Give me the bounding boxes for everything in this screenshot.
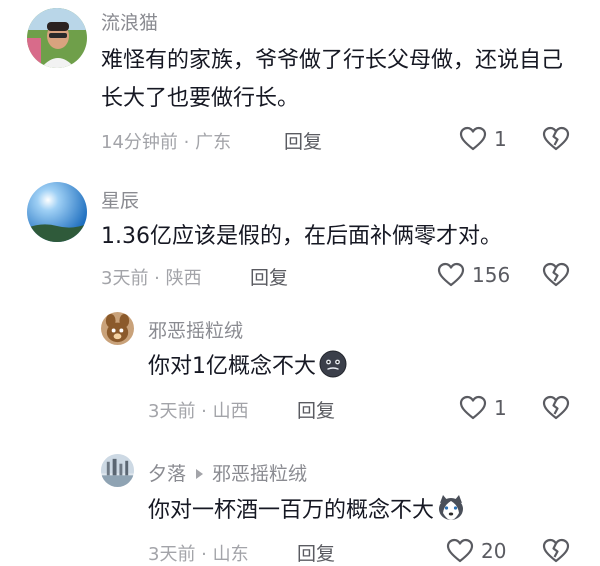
username[interactable]: 夕落	[148, 463, 186, 485]
reply-to-username[interactable]: 邪恶摇粒绒	[212, 463, 307, 485]
like-count: 20	[481, 539, 507, 563]
like-button[interactable]: 1	[458, 124, 507, 154]
comment-text: 1.36亿应该是假的，在后面补俩零才对。	[101, 224, 502, 249]
comment-meta: 14分钟前 · 广东	[101, 132, 232, 153]
reply-arrow-icon	[196, 468, 204, 479]
username[interactable]: 流浪猫	[101, 8, 158, 35]
husky-emoji	[436, 493, 466, 523]
broken-heart-icon	[541, 536, 571, 566]
dislike-button[interactable]	[541, 393, 571, 423]
avatar[interactable]	[101, 312, 134, 345]
heart-outline-icon	[445, 536, 475, 566]
reply-button[interactable]: 回复	[297, 539, 335, 566]
reply-text: 你对1亿概念不大	[148, 348, 348, 386]
like-count: 156	[472, 263, 511, 287]
avatar[interactable]	[27, 182, 87, 242]
avatar[interactable]	[27, 8, 87, 68]
reply-text-content: 你对1亿概念不大	[148, 354, 316, 379]
reply-text-content: 你对一杯酒一百万的概念不大	[148, 498, 435, 523]
comment-meta: 3天前 · 陕西	[101, 268, 202, 289]
heart-outline-icon	[436, 260, 466, 290]
reply-meta: 3天前 · 山东	[148, 544, 249, 565]
reply-item: 夕落 邪恶摇粒绒 你对一杯酒一百万的概念不大 3天前 · 山东 回复 20	[0, 435, 600, 566]
like-button[interactable]: 1	[458, 393, 507, 423]
reply-header: 夕落 邪恶摇粒绒	[148, 459, 307, 486]
dislike-button[interactable]	[541, 124, 571, 154]
like-count: 1	[494, 396, 507, 420]
heart-outline-icon	[458, 393, 488, 423]
reply-item: 邪恶摇粒绒 你对1亿概念不大 3天前 · 山西 回复 1	[0, 300, 600, 435]
broken-heart-icon	[541, 393, 571, 423]
avatar[interactable]	[101, 454, 134, 487]
dark-face-emoji	[318, 349, 348, 379]
username[interactable]: 邪恶摇粒绒	[148, 316, 243, 343]
broken-heart-icon	[541, 124, 571, 154]
reply-button[interactable]: 回复	[250, 263, 288, 290]
reply-text: 你对一杯酒一百万的概念不大	[148, 492, 466, 530]
reply-button[interactable]: 回复	[297, 396, 335, 423]
reply-button[interactable]: 回复	[284, 127, 322, 154]
comment-text: 难怪有的家族，爷爷做了行长父母做，还说自己长大了也要做行长。	[101, 48, 564, 111]
like-button[interactable]: 20	[445, 536, 506, 566]
dislike-button[interactable]	[541, 536, 571, 566]
like-count: 1	[494, 127, 507, 151]
comment-item: 星辰 1.36亿应该是假的，在后面补俩零才对。 3天前 · 陕西 回复 156	[0, 170, 600, 300]
username[interactable]: 星辰	[101, 186, 139, 213]
broken-heart-icon	[541, 260, 571, 290]
comment-item: 流浪猫 难怪有的家族，爷爷做了行长父母做，还说自己长大了也要做行长。 14分钟前…	[0, 0, 600, 170]
heart-outline-icon	[458, 124, 488, 154]
like-button[interactable]: 156	[436, 260, 510, 290]
reply-meta: 3天前 · 山西	[148, 401, 249, 422]
dislike-button[interactable]	[541, 260, 571, 290]
